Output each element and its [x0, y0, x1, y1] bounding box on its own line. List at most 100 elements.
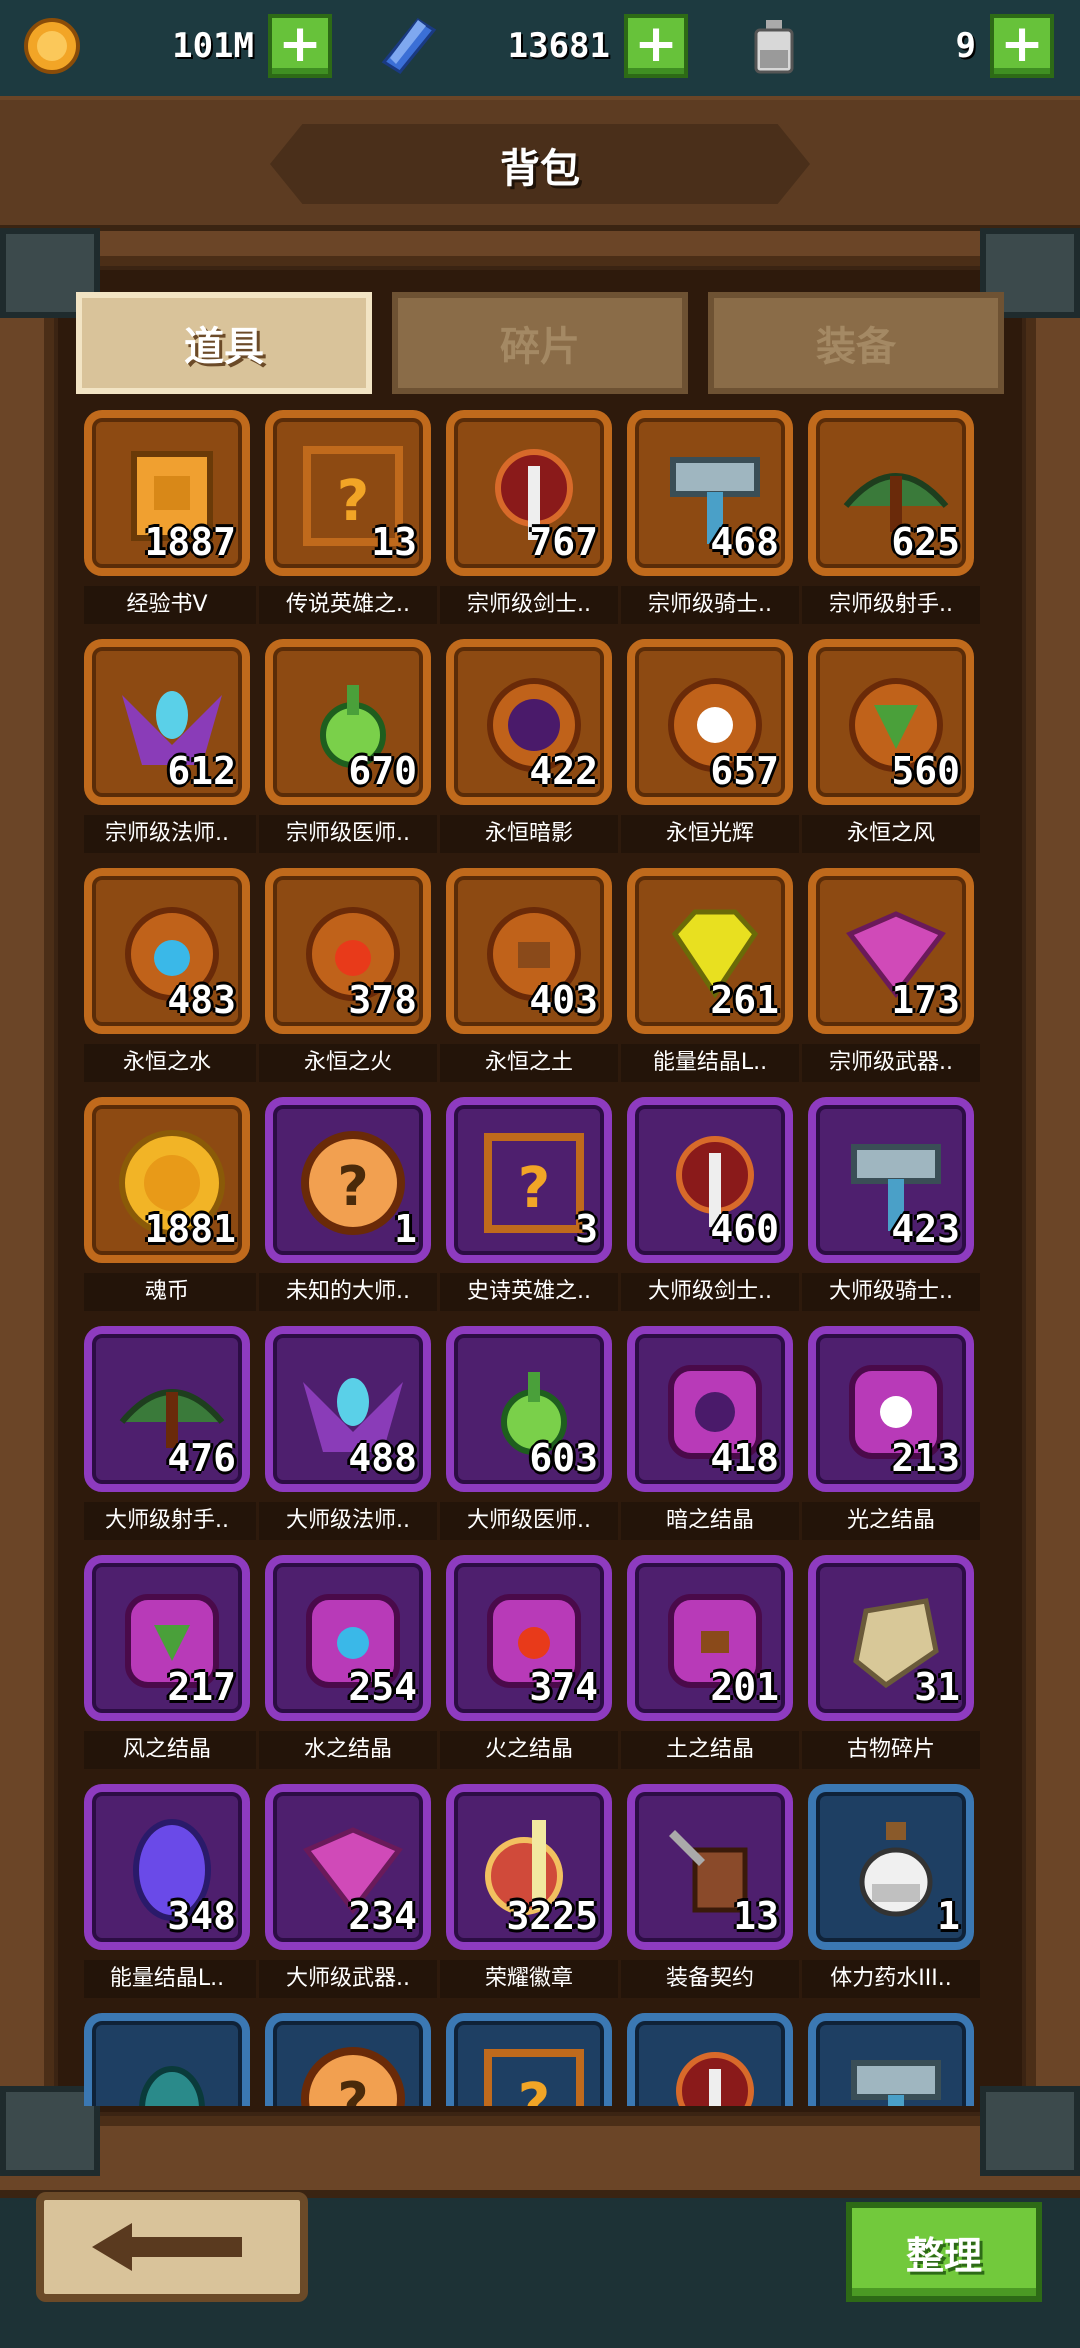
item-slot[interactable]: ? 13	[265, 410, 431, 576]
item-cell[interactable]	[84, 2013, 250, 2106]
item-cell[interactable]: 418 暗之结晶	[621, 1326, 799, 1546]
back-button[interactable]	[36, 2192, 308, 2302]
add-gold-button[interactable]: +	[268, 14, 332, 78]
item-cell[interactable]: 657 永恒光辉	[621, 639, 799, 859]
item-slot[interactable]: 612	[84, 639, 250, 805]
item-slot[interactable]: 488	[265, 1326, 431, 1492]
item-quantity: 1	[394, 1207, 417, 1251]
item-slot[interactable]: ? 1	[265, 1097, 431, 1263]
item-cell[interactable]: 234 大师级武器..	[259, 1784, 437, 2004]
item-cell[interactable]: ?	[265, 2013, 431, 2106]
item-cell[interactable]: 254 水之结晶	[259, 1555, 437, 1775]
tab-equipment[interactable]: 装备	[708, 292, 1004, 394]
item-slot[interactable]: 1	[808, 1784, 974, 1950]
item-cell[interactable]: ? 1 未知的大师..	[259, 1097, 437, 1317]
mystery-hero-icon: ?	[474, 2039, 594, 2106]
item-slot[interactable]: 625	[808, 410, 974, 576]
item-slot[interactable]: 767	[446, 410, 612, 576]
item-quantity: 234	[348, 1894, 417, 1938]
item-cell[interactable]: 670 宗师级医师..	[259, 639, 437, 859]
item-cell[interactable]: 423 大师级骑士..	[802, 1097, 980, 1317]
item-slot[interactable]: 403	[446, 868, 612, 1034]
item-cell[interactable]: 1 体力药水III..	[802, 1784, 980, 2004]
item-slot[interactable]: 483	[84, 868, 250, 1034]
item-slot[interactable]: 603	[446, 1326, 612, 1492]
add-crystal-button[interactable]: +	[624, 14, 688, 78]
item-cell[interactable]: 612 宗师级法师..	[84, 639, 256, 859]
item-slot[interactable]: 254	[265, 1555, 431, 1721]
item-slot[interactable]	[808, 2013, 974, 2106]
item-cell[interactable]	[627, 2013, 793, 2106]
item-slot[interactable]	[627, 2013, 793, 2106]
item-slot[interactable]: 418	[627, 1326, 793, 1492]
item-slot[interactable]: 374	[446, 1555, 612, 1721]
item-slot[interactable]: 234	[265, 1784, 431, 1950]
item-slot[interactable]: 378	[265, 868, 431, 1034]
item-slot[interactable]: 261	[627, 868, 793, 1034]
item-cell[interactable]: 1881 魂币	[84, 1097, 256, 1317]
item-slot[interactable]: 476	[84, 1326, 250, 1492]
item-cell[interactable]	[808, 2013, 974, 2106]
tab-fragments[interactable]: 碎片	[392, 292, 688, 394]
item-slot[interactable]: 3225	[446, 1784, 612, 1950]
item-slot[interactable]: 173	[808, 868, 974, 1034]
item-cell[interactable]: 173 宗师级武器..	[802, 868, 980, 1088]
item-cell[interactable]: 374 火之结晶	[440, 1555, 618, 1775]
item-slot[interactable]: 1881	[84, 1097, 250, 1263]
item-quantity: 348	[167, 1894, 236, 1938]
item-cell[interactable]: 603 大师级医师..	[440, 1326, 618, 1546]
item-cell[interactable]: 460 大师级剑士..	[621, 1097, 799, 1317]
item-grid[interactable]: 1887 经验书V? 13 传说英雄之.. 767 宗师级剑士.. 468 宗师级骑士.. 62…	[84, 410, 984, 2106]
add-stamina-button[interactable]: +	[990, 14, 1054, 78]
item-slot[interactable]: 13	[627, 1784, 793, 1950]
item-slot[interactable]: ?	[446, 2013, 612, 2106]
item-name: 宗师级武器..	[802, 1044, 980, 1082]
item-slot[interactable]: 670	[265, 639, 431, 805]
stamina-amount: 9	[955, 26, 976, 66]
item-slot[interactable]: 1887	[84, 410, 250, 576]
item-cell[interactable]: 476 大师级射手..	[84, 1326, 256, 1546]
sort-button[interactable]: 整理	[846, 2202, 1042, 2302]
item-slot[interactable]: ?	[265, 2013, 431, 2106]
item-slot[interactable]: 460	[627, 1097, 793, 1263]
item-slot[interactable]: 348	[84, 1784, 250, 1950]
item-cell[interactable]: 217 风之结晶	[84, 1555, 256, 1775]
item-slot[interactable]: 423	[808, 1097, 974, 1263]
item-cell[interactable]: 213 光之结晶	[802, 1326, 980, 1546]
item-name: 传说英雄之..	[259, 586, 437, 624]
item-cell[interactable]: 31 古物碎片	[802, 1555, 980, 1775]
item-slot[interactable]: 422	[446, 639, 612, 805]
item-slot[interactable]: 201	[627, 1555, 793, 1721]
svg-text:?: ?	[518, 1156, 550, 1221]
item-cell[interactable]: 13 装备契约	[621, 1784, 799, 2004]
item-cell[interactable]: 201 土之结晶	[621, 1555, 799, 1775]
item-cell[interactable]: 488 大师级法师..	[259, 1326, 437, 1546]
item-cell[interactable]: 348 能量结晶L..	[84, 1784, 256, 2004]
item-cell[interactable]: 560 永恒之风	[802, 639, 980, 859]
item-quantity: 378	[348, 978, 417, 1022]
item-cell[interactable]: ? 3 史诗英雄之..	[440, 1097, 618, 1317]
item-slot[interactable]: 217	[84, 1555, 250, 1721]
item-cell[interactable]: 403 永恒之土	[440, 868, 618, 1088]
item-cell[interactable]: 625 宗师级射手..	[802, 410, 980, 630]
item-cell[interactable]: 1887 经验书V	[84, 410, 256, 630]
item-cell[interactable]: 422 永恒暗影	[440, 639, 618, 859]
item-cell[interactable]: 468 宗师级骑士..	[621, 410, 799, 630]
item-slot[interactable]: 213	[808, 1326, 974, 1492]
item-cell[interactable]: ? 13 传说英雄之..	[259, 410, 437, 630]
item-cell[interactable]: ?	[446, 2013, 612, 2106]
item-slot[interactable]: 560	[808, 639, 974, 805]
item-cell[interactable]: 378 永恒之火	[259, 868, 437, 1088]
item-cell[interactable]: 3225 荣耀徽章	[440, 1784, 618, 2004]
item-slot[interactable]: 657	[627, 639, 793, 805]
item-cell[interactable]: 767 宗师级剑士..	[440, 410, 618, 630]
item-quantity: 403	[529, 978, 598, 1022]
item-cell[interactable]: 261 能量结晶L..	[621, 868, 799, 1088]
item-slot[interactable]: ? 3	[446, 1097, 612, 1263]
item-slot[interactable]	[84, 2013, 250, 2106]
item-name: 宗师级法师..	[84, 815, 256, 853]
item-slot[interactable]: 468	[627, 410, 793, 576]
item-cell[interactable]: 483 永恒之水	[84, 868, 256, 1088]
item-slot[interactable]: 31	[808, 1555, 974, 1721]
tab-items[interactable]: 道具	[76, 292, 372, 394]
